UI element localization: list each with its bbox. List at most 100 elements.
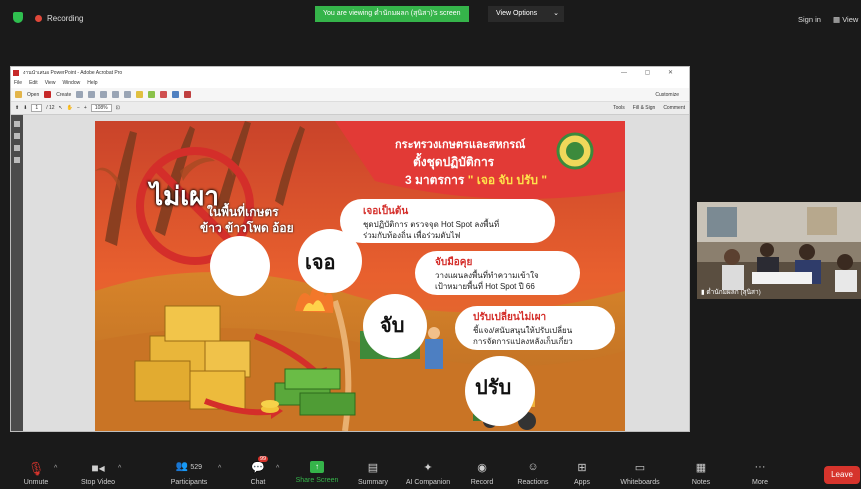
share-screen-button[interactable]: ↑ Share Screen — [292, 453, 342, 489]
hand-tool-icon[interactable]: ✋ — [67, 105, 73, 111]
folder-icon[interactable] — [15, 91, 22, 98]
zoom-in-icon[interactable]: + — [84, 105, 87, 111]
box3-title: ปรับเปลี่ยนไม่เผา — [473, 312, 547, 323]
view-label: View — [842, 15, 859, 24]
pages-icon[interactable] — [14, 121, 20, 127]
open-button[interactable]: Open — [27, 92, 39, 98]
sign-icon[interactable] — [184, 91, 192, 98]
record-button[interactable]: ◉ Record — [464, 453, 500, 489]
create-pdf-icon[interactable] — [44, 91, 52, 98]
view-button[interactable]: ▦ View — [833, 15, 858, 24]
video-options-chevron[interactable]: ^ — [118, 465, 121, 472]
email-icon[interactable] — [112, 91, 120, 98]
menu-view[interactable]: View — [45, 79, 56, 88]
settings-icon[interactable] — [124, 91, 132, 98]
apps-button[interactable]: ⊞ Apps — [566, 453, 598, 489]
chat-options-chevron[interactable]: ^ — [276, 465, 279, 472]
acrobat-side-panel — [11, 115, 23, 431]
leave-button[interactable]: Leave — [824, 466, 860, 484]
more-dots-icon: ··· — [754, 461, 766, 473]
ai-companion-label: AI Companion — [405, 479, 451, 486]
audio-options-chevron[interactable]: ^ — [54, 465, 57, 472]
window-controls[interactable]: — ▢ ✕ — [621, 67, 681, 79]
participant-video-tile[interactable]: ▮ ต่ำนักมผลก (สุนิสา) — [697, 202, 861, 299]
zoom-select[interactable]: 108% — [90, 104, 112, 112]
bookmark-icon[interactable] — [14, 133, 20, 139]
menu-file[interactable]: File — [14, 79, 22, 88]
apps-grid-icon: ⊞ — [577, 462, 587, 474]
acrobat-titlebar: งานนำเสนอ PowerPoint - Adobe Acrobat Pro… — [11, 67, 689, 79]
save-icon[interactable] — [76, 91, 84, 98]
acrobat-document-area: กระทรวงเกษตรและสหกรณ์ ตั้งชุดปฏิบัติการ … — [11, 115, 689, 431]
customize-button[interactable]: Customize — [655, 92, 679, 98]
no-burn-subtitle-2: ข้าว ข้าวโพด อ้อย — [200, 221, 294, 235]
menu-edit[interactable]: Edit — [29, 79, 38, 88]
participants-count: 529 — [190, 464, 203, 471]
reactions-button[interactable]: ☺ Reactions — [510, 453, 556, 489]
participant-name: ▮ ต่ำนักมผลก (สุนิสา) — [701, 287, 761, 297]
menu-window[interactable]: Window — [62, 79, 80, 88]
tools-tab[interactable]: Tools — [613, 102, 625, 115]
security-shield-icon[interactable] — [13, 12, 23, 23]
top-bar: Recording You are viewing ต่ำนักมผลก (สุ… — [0, 0, 861, 34]
signature-icon[interactable] — [14, 157, 20, 163]
measures-quote: " เจอ จับ ปรับ " — [467, 173, 548, 187]
share-screen-label: Share Screen — [295, 477, 339, 484]
word-adjust: ปรับ — [475, 377, 512, 399]
whiteboards-label: Whiteboards — [620, 479, 660, 486]
zoom-out-icon[interactable]: − — [77, 105, 80, 111]
acrobat-menubar: File Edit View Window Help — [11, 79, 689, 88]
participant-name-label: ต่ำนักมผลก (สุนิสา) — [706, 289, 761, 296]
next-page-icon[interactable]: ⬇ — [23, 105, 27, 111]
word-catch: จับ — [380, 315, 405, 337]
more-button[interactable]: ··· More — [744, 453, 776, 489]
box1-line2: ร่วมกับท้องถิ่น เพื่อร่วมดับไฟ — [363, 231, 461, 240]
unmute-label: Unmute — [23, 479, 49, 486]
export-icon[interactable] — [172, 91, 180, 98]
apps-label: Apps — [574, 479, 590, 486]
ai-companion-button[interactable]: ✦ AI Companion — [398, 453, 458, 489]
whiteboard-icon: ▭ — [634, 462, 646, 474]
notes-label: Notes — [691, 479, 711, 486]
word-find: เจอ — [305, 252, 336, 274]
more-label: More — [752, 479, 768, 486]
highlight-icon[interactable] — [148, 91, 156, 98]
comment-icon[interactable] — [136, 91, 144, 98]
attachment-icon[interactable] — [14, 145, 20, 151]
whiteboards-button[interactable]: ▭ Whiteboards — [612, 453, 668, 489]
chevron-down-icon: ⌄ — [553, 10, 559, 17]
stop-video-label: Stop Video — [80, 479, 116, 486]
fill-sign-tab[interactable]: Fill & Sign — [633, 102, 656, 115]
viewing-banner: You are viewing ต่ำนักมผลก (สุนิสา)'s sc… — [315, 6, 469, 22]
recording-dot-icon — [35, 15, 42, 22]
summary-button[interactable]: ▤ Summary — [350, 453, 396, 489]
participants-button[interactable]: 👥 529 Participants — [162, 453, 216, 489]
create-button[interactable]: Create — [56, 92, 71, 98]
page-number-input[interactable]: 1 — [31, 104, 43, 112]
notes-button[interactable]: ▦ Notes — [684, 453, 718, 489]
unmute-button[interactable]: 🎙 Unmute — [16, 453, 56, 489]
view-options-label: View Options — [496, 10, 538, 17]
edit-icon[interactable] — [100, 91, 108, 98]
participants-options-chevron[interactable]: ^ — [218, 465, 221, 472]
sign-in-button[interactable]: Sign in — [798, 15, 821, 24]
stamp-icon[interactable] — [160, 91, 168, 98]
recording-label: Recording — [47, 14, 84, 23]
chat-bubble-icon: 💬 99 — [251, 456, 269, 474]
fit-page-icon[interactable]: ⊡ — [116, 105, 120, 111]
print-icon[interactable] — [88, 91, 96, 98]
stop-video-button[interactable]: ■◂ Stop Video — [74, 453, 122, 489]
chat-button[interactable]: 💬 99 Chat — [242, 453, 274, 489]
select-tool-icon[interactable]: ↖ — [59, 105, 63, 111]
record-icon: ◉ — [477, 462, 487, 474]
share-screen-icon: ↑ — [310, 461, 324, 473]
comment-tab[interactable]: Comment — [663, 102, 685, 115]
slide-illustration — [95, 121, 625, 431]
muted-microphone-icon: 🎙 — [27, 461, 45, 476]
view-options-button[interactable]: View Options ⌄ — [488, 6, 564, 22]
prev-page-icon[interactable]: ⬆ — [15, 105, 19, 111]
participants-icon: 👥 529 — [175, 461, 203, 472]
shared-screen-acrobat: งานนำเสนอ PowerPoint - Adobe Acrobat Pro… — [10, 66, 690, 432]
menu-help[interactable]: Help — [87, 79, 97, 88]
acrobat-nav-toolbar: ⬆ ⬇ 1 / 12 ↖ ✋ − + 108% ⊡ Tools Fill & S… — [11, 102, 689, 115]
